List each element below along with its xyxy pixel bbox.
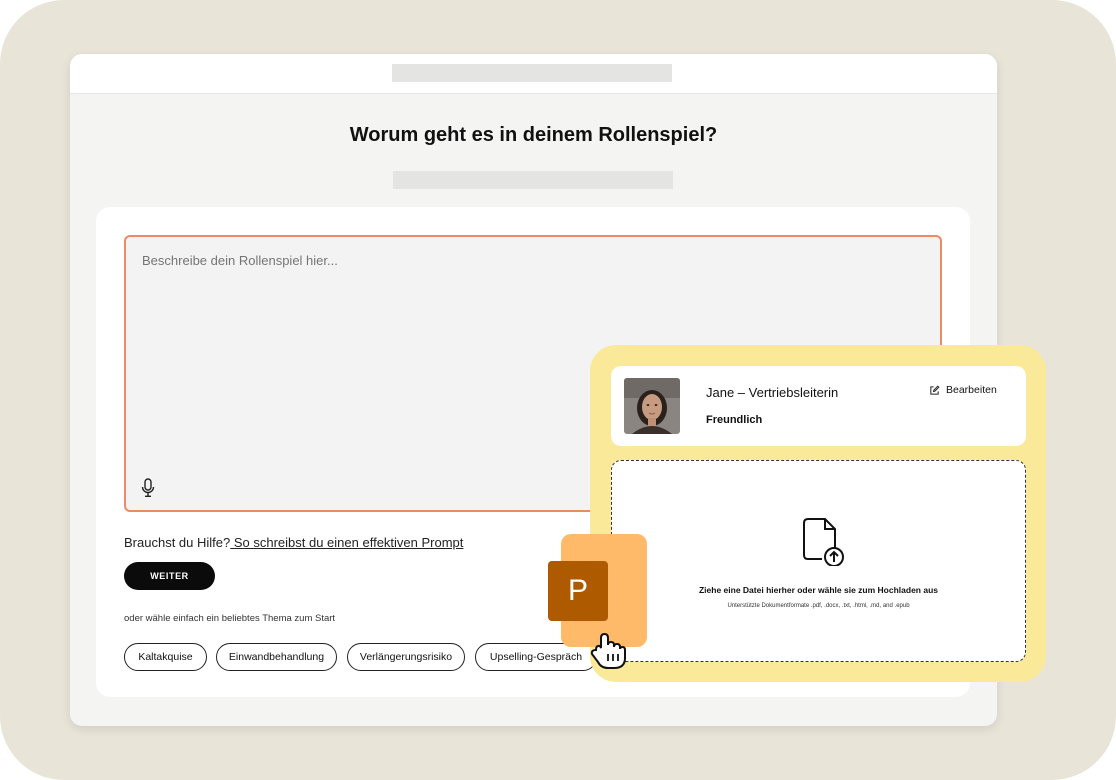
persona-name: Jane – Vertriebsleiterin <box>706 385 839 400</box>
topic-chip-einwandbehandlung[interactable]: Einwandbehandlung <box>216 643 337 671</box>
powerpoint-icon: P <box>548 561 608 621</box>
topic-chip-verlaengerungsrisiko[interactable]: Verlängerungsrisiko <box>347 643 465 671</box>
persona-upload-panel: Jane – Vertriebsleiterin Freundlich Bear… <box>590 345 1046 682</box>
avatar <box>624 378 680 434</box>
file-upload-icon <box>803 518 844 566</box>
page-title: Worum geht es in deinem Rollenspiel? <box>349 124 718 146</box>
help-text: Brauchst du Hilfe? So schreibst du einen… <box>124 535 463 550</box>
persona-card: Jane – Vertriebsleiterin Freundlich Bear… <box>611 366 1026 446</box>
persona-mood: Freundlich <box>706 414 763 426</box>
help-prefix: Brauchst du Hilfe? <box>124 535 231 550</box>
prompt-guide-link[interactable]: So schreibst du einen effektiven Prompt <box>230 535 464 550</box>
topic-chip-upselling[interactable]: Upselling-Gespräch <box>475 643 597 671</box>
dropzone-title: Ziehe eine Datei hierher oder wähle sie … <box>698 585 939 595</box>
url-bar-placeholder <box>392 64 672 82</box>
microphone-icon[interactable] <box>140 478 156 498</box>
edit-icon <box>930 384 940 395</box>
subtitle-placeholder <box>393 171 673 189</box>
window-top-bar <box>70 54 997 94</box>
topic-hint: oder wähle einfach ein beliebtes Thema z… <box>124 613 336 624</box>
topic-chip-kaltakquise[interactable]: Kaltakquise <box>124 643 207 671</box>
file-dropzone[interactable]: Ziehe eine Datei hierher oder wähle sie … <box>611 460 1026 662</box>
dropzone-subtitle: Unterstützte Dokumentformate .pdf, .docx… <box>727 603 910 609</box>
continue-button[interactable]: WEITER <box>124 562 215 590</box>
edit-label: Bearbeiten <box>946 384 997 396</box>
edit-persona-button[interactable]: Bearbeiten <box>929 384 997 396</box>
hand-cursor-icon <box>590 632 626 669</box>
